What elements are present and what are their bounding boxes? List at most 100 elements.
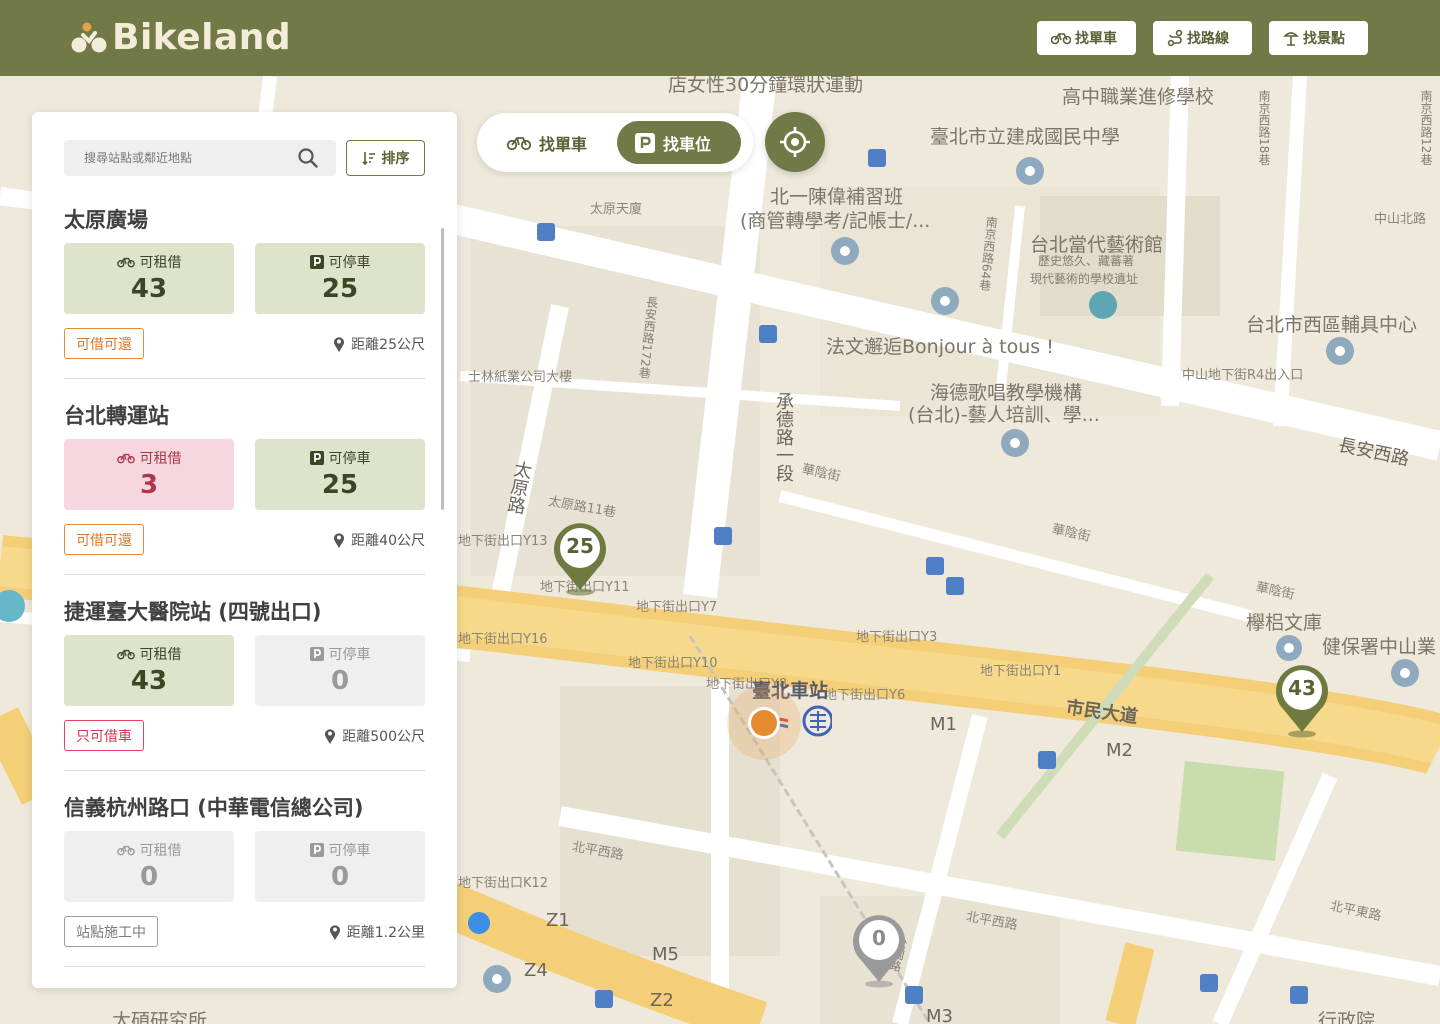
station-card[interactable]: 太原廣場 可租借 43 可停車 25 可借可還 距離25公尺 xyxy=(64,204,425,400)
map-label: 臺北市立建成國民中學 xyxy=(930,126,1121,148)
search-box xyxy=(64,140,336,176)
search-icon[interactable] xyxy=(298,148,318,168)
rent-count-box: 可租借 0 xyxy=(64,831,234,902)
distance-text: 距離25公尺 xyxy=(351,337,425,353)
map-label: 北一陳偉補習班 xyxy=(770,186,904,208)
park-count: 25 xyxy=(321,470,359,500)
distance-info: 距離500公尺 xyxy=(324,726,425,746)
bike-icon xyxy=(116,257,135,268)
pin-count: 43 xyxy=(1288,676,1316,700)
bike-icon xyxy=(507,136,531,150)
bike-icon xyxy=(1051,33,1071,45)
nav-find-spot-button[interactable]: 找景點 xyxy=(1269,21,1368,55)
park-count-box: 可停車 25 xyxy=(255,439,425,510)
parking-icon xyxy=(309,255,324,269)
location-pin-icon xyxy=(329,925,340,940)
location-pin-icon xyxy=(325,729,336,744)
rent-count-box: 可租借 43 xyxy=(64,635,234,706)
logo-text: Bikeland xyxy=(112,17,292,58)
park-label: 可停車 xyxy=(328,451,371,467)
station-name: 信義杭州路口 (中華電信總公司) xyxy=(64,796,364,820)
locate-me-button[interactable] xyxy=(765,112,825,172)
map-label: Z4 xyxy=(524,960,548,981)
map-pin-icon xyxy=(1276,665,1328,738)
park-count: 25 xyxy=(321,274,359,304)
map-pin[interactable]: 43 xyxy=(1272,660,1332,740)
pin-count: 25 xyxy=(566,534,594,558)
location-pin-icon xyxy=(334,337,345,352)
mode-label: 找車位 xyxy=(663,134,712,154)
mode-label: 找單車 xyxy=(539,134,588,154)
distance-text: 距離500公尺 xyxy=(342,729,425,745)
map-label: 地下街出口Y1 xyxy=(980,664,1062,679)
map-label: 店女性30分鐘環狀運動 xyxy=(668,76,864,96)
map-label: Z2 xyxy=(650,990,674,1011)
park-label: 可停車 xyxy=(328,647,371,663)
map-label: (商管轉學考/記帳士/... xyxy=(740,210,931,232)
map-pin-icon xyxy=(554,523,606,596)
map-label: 地下街出口Y7 xyxy=(636,600,718,615)
map-label: 中山北路 xyxy=(1374,212,1427,227)
nav-find-bike-button[interactable]: 找單車 xyxy=(1037,21,1136,55)
panel-scrollbar[interactable] xyxy=(441,228,444,510)
map-label: 歷史悠久、藏蕃著 xyxy=(1038,254,1135,268)
divider xyxy=(64,378,425,379)
station-card[interactable]: 信義杭州路口 (中華電信總公司) 可租借 0 可停車 0 站點施工中 距離1.2… xyxy=(64,792,425,988)
mode-find-parking-button[interactable]: 找車位 xyxy=(617,121,741,164)
distance-info: 距離1.2公里 xyxy=(329,922,425,942)
sort-icon xyxy=(361,152,375,165)
mode-find-bike-button[interactable]: 找單車 xyxy=(495,121,610,164)
parking-icon xyxy=(309,843,324,857)
station-name: 台北轉運站 xyxy=(64,404,169,428)
park-count-box: 可停車 25 xyxy=(255,243,425,314)
map-label: M2 xyxy=(1106,740,1133,761)
map-label: 太碩研究所 xyxy=(112,1010,208,1024)
distance-info: 距離25公尺 xyxy=(333,334,425,354)
rent-count-box: 可租借 43 xyxy=(64,243,234,314)
landmark-icon xyxy=(1283,32,1299,46)
park-label: 可停車 xyxy=(328,255,371,271)
map-label: 行政院 xyxy=(1318,1010,1376,1024)
rent-count: 43 xyxy=(130,274,168,304)
map-label: 地下街出口Y6 xyxy=(824,688,906,703)
rent-label: 可租借 xyxy=(139,255,182,271)
sort-button[interactable]: 排序 xyxy=(346,140,425,176)
map-label: 太原天廈 xyxy=(590,202,643,217)
app-header: Bikeland 找單車 找路線 找景點 xyxy=(0,0,1440,76)
map-label: 現代藝術的學校遺址 xyxy=(1030,272,1139,286)
park-label: 可停車 xyxy=(328,843,371,859)
map-label: 地下街出口Y3 xyxy=(856,630,938,645)
nav-label: 找景點 xyxy=(1303,31,1345,47)
rent-label: 可租借 xyxy=(139,843,182,859)
map-label: 地下街出口Y16 xyxy=(458,632,548,647)
map-label: 法文邂逅Bonjour à tous ! xyxy=(826,336,1054,358)
nav-find-route-button[interactable]: 找路線 xyxy=(1153,21,1252,55)
logo[interactable]: Bikeland xyxy=(70,16,291,60)
map-label: (台北)-藝人培訓、學... xyxy=(908,404,1100,426)
park-count: 0 xyxy=(330,666,350,696)
station-card[interactable]: 台北轉運站 可租借 3 可停車 25 可借可還 距離40公尺 xyxy=(64,400,425,596)
map-pin[interactable]: 0 xyxy=(849,910,909,990)
divider xyxy=(64,574,425,575)
status-badge: 只可借車 xyxy=(64,720,144,751)
bike-icon xyxy=(116,845,135,856)
station-card[interactable]: 捷運臺大醫院站 (四號出口) 可租借 43 可停車 0 只可借車 距離500公尺 xyxy=(64,596,425,792)
search-input[interactable] xyxy=(64,140,294,176)
map-label: M3 xyxy=(926,1006,953,1024)
status-badge: 可借可還 xyxy=(64,524,144,555)
mode-toggle: 找單車 找車位 xyxy=(477,113,753,172)
user-location-marker xyxy=(727,686,801,760)
map-label: 地下街出口Y10 xyxy=(628,656,718,671)
divider xyxy=(64,770,425,771)
map-label: 南京西路12巷 xyxy=(1419,90,1433,166)
location-pin-icon xyxy=(334,533,345,548)
rent-count: 43 xyxy=(130,666,168,696)
bike-icon xyxy=(116,649,135,660)
map-label: 台北市西區輔具中心 xyxy=(1246,314,1418,336)
map-label: 中山地下街R4出入口 xyxy=(1182,368,1304,383)
map-pin[interactable]: 25 xyxy=(550,518,610,598)
park-count-box: 可停車 0 xyxy=(255,635,425,706)
bike-logo-icon xyxy=(71,22,107,53)
parking-icon xyxy=(309,451,324,465)
map-label: 健保署中山業 xyxy=(1322,636,1437,658)
